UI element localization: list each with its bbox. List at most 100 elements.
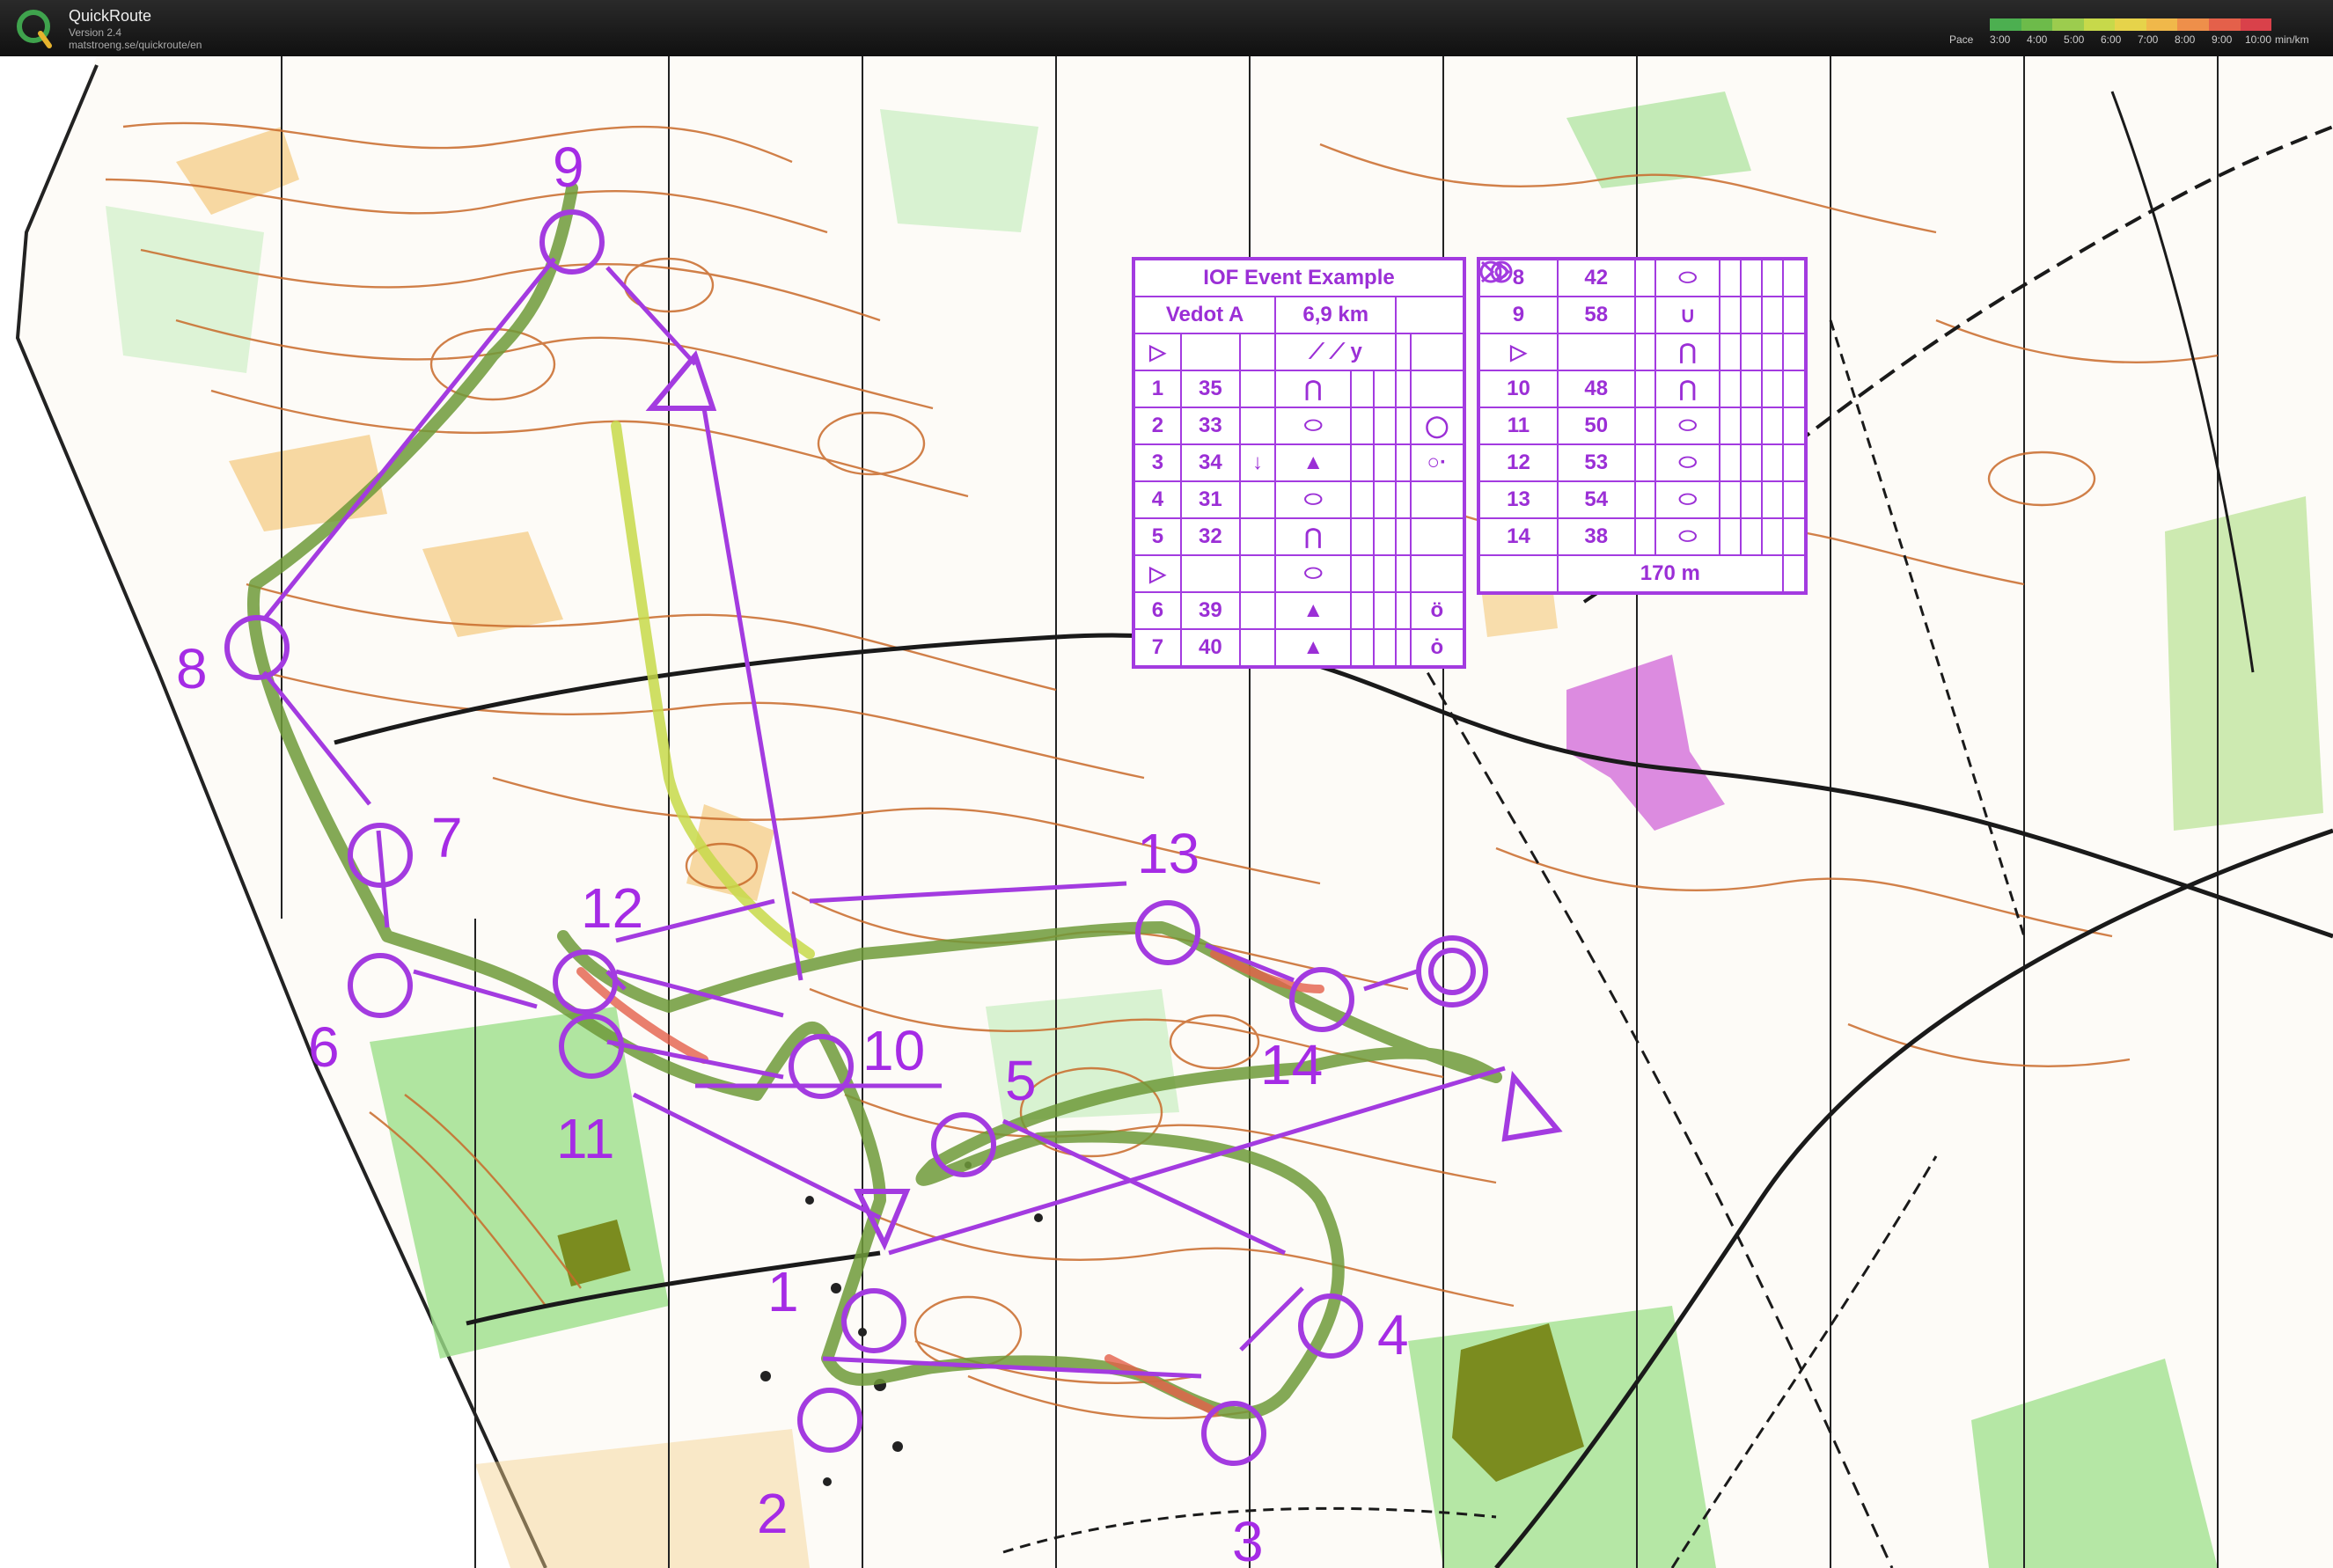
description-row: 10 48 ⋂	[1478, 370, 1808, 408]
blank-cell	[1633, 407, 1657, 445]
leg-feature-symbol: ⋂	[1654, 333, 1721, 371]
leg-feature-symbol: ⬭	[1274, 554, 1353, 593]
pace-color-bar	[1990, 18, 2272, 31]
leg-column-d	[1238, 591, 1277, 630]
blank-cell	[1395, 517, 1412, 556]
blank-cell	[1719, 258, 1742, 297]
leg-column-d	[1238, 407, 1277, 445]
blank-cell	[1409, 554, 1466, 593]
leg-number: 2	[1133, 407, 1182, 445]
pace-color-swatch	[2177, 18, 2209, 31]
control-number-13: 13	[1137, 822, 1200, 885]
blank-cell	[1238, 554, 1277, 593]
blank-cell	[1719, 296, 1742, 334]
pace-color-swatch	[2021, 18, 2053, 31]
restart-symbol: ▷	[1478, 333, 1559, 371]
finish-icon	[1480, 260, 1808, 594]
control-number-9: 9	[553, 136, 584, 199]
description-row: 6 39 ▲ ö	[1133, 591, 1466, 630]
blank-cell	[1719, 370, 1742, 408]
control-code: 50	[1556, 407, 1636, 445]
description-table-right: 8 42 ⬭ 9 58 ∪ ▷ ⋂ 10 48 ⋂ 11 50 ⬭ 12 53 …	[1477, 257, 1808, 595]
leg-location-symbol: ◯	[1409, 407, 1466, 445]
blank-cell	[1350, 517, 1375, 556]
blank-cell	[1633, 333, 1657, 371]
control-code: 34	[1179, 443, 1241, 482]
blank-cell	[1395, 591, 1412, 630]
leg-location-symbol	[1409, 480, 1466, 519]
pace-tick: 6:00	[2101, 33, 2122, 46]
control-number-2: 2	[757, 1482, 789, 1545]
leg-feature-symbol: ⬭	[1654, 258, 1721, 297]
leg-column-d: ↓	[1238, 443, 1277, 482]
blank-cell	[1719, 443, 1742, 482]
leg-number: 12	[1478, 443, 1559, 482]
leg-column-d	[1238, 370, 1277, 408]
pace-color-swatch	[2240, 18, 2272, 31]
leg-number: 4	[1133, 480, 1182, 519]
blank-cell	[1740, 258, 1763, 297]
control-number-1: 1	[767, 1260, 799, 1323]
start-symbol: ▷	[1133, 333, 1182, 371]
description-row: 12 53 ⬭	[1478, 443, 1808, 482]
blank-cell	[1760, 480, 1784, 519]
blank-cell	[1395, 554, 1412, 593]
leg-number: 9	[1478, 296, 1559, 334]
app-url[interactable]: matstroeng.se/quickroute/en	[69, 39, 202, 51]
blank-cell	[1372, 480, 1398, 519]
leg-number: 14	[1478, 517, 1559, 556]
blank-cell	[1781, 333, 1808, 371]
control-code: 39	[1179, 591, 1241, 630]
description-row: 3 34 ↓ ▲ ○·	[1133, 443, 1466, 482]
leg-location-symbol	[1409, 517, 1466, 556]
blank-cell	[1372, 370, 1398, 408]
blank-cell	[1633, 517, 1657, 556]
blank-cell	[1781, 407, 1808, 445]
control-code: 32	[1179, 517, 1241, 556]
leg-feature-symbol: ⬭	[1654, 443, 1721, 482]
finish-distance: 170 m	[1556, 554, 1784, 594]
blank-cell	[1372, 407, 1398, 445]
leg-location-symbol: ○·	[1409, 443, 1466, 482]
blank-cell	[1719, 517, 1742, 556]
control-number-7: 7	[431, 806, 463, 869]
pace-tick: 10:00	[2245, 33, 2272, 46]
description-row: 5 32 ⋂	[1133, 517, 1466, 556]
leg-location-symbol: ȯ	[1409, 628, 1466, 668]
blank-cell	[1781, 517, 1808, 556]
app-version: Version 2.4	[69, 26, 122, 39]
leg-column-d	[1238, 628, 1277, 668]
blank-cell	[1740, 370, 1763, 408]
blank-cell	[1395, 443, 1412, 482]
orienteering-map[interactable]: 1 2 3 4 5 6 7 8 9 10 11 12 13 14 IOF Eve…	[0, 56, 2333, 1568]
control-code: 53	[1556, 443, 1636, 482]
blank-cell	[1781, 296, 1808, 334]
blank-cell	[1350, 554, 1375, 593]
pace-tick: 3:00	[1990, 33, 2011, 46]
description-row: 11 50 ⬭	[1478, 407, 1808, 445]
blank-cell	[1350, 591, 1375, 630]
blank-cell	[1633, 370, 1657, 408]
blank-cell	[1760, 517, 1784, 556]
blank-cell	[1740, 407, 1763, 445]
control-code: 31	[1179, 480, 1241, 519]
leg-number: 11	[1478, 407, 1559, 445]
control-number-4: 4	[1377, 1303, 1409, 1367]
blank-cell	[1781, 480, 1808, 519]
pace-unit: min/km	[2275, 33, 2309, 46]
blank-cell	[1395, 296, 1465, 334]
leg-feature-symbol: ▲	[1274, 591, 1353, 630]
control-number-14: 14	[1260, 1033, 1323, 1096]
blank-cell	[1409, 333, 1466, 371]
blank-cell	[1556, 333, 1636, 371]
leg-feature-symbol: ⬭	[1274, 480, 1353, 519]
pace-tick: 4:00	[2027, 33, 2048, 46]
blank-cell	[1179, 554, 1241, 593]
leg-column-d	[1238, 517, 1277, 556]
blank-cell	[1372, 443, 1398, 482]
blank-cell	[1740, 333, 1763, 371]
control-number-3: 3	[1232, 1510, 1264, 1568]
control-code: 42	[1556, 258, 1636, 297]
leg-feature-symbol: ⋂	[1654, 370, 1721, 408]
blank-cell	[1719, 407, 1742, 445]
